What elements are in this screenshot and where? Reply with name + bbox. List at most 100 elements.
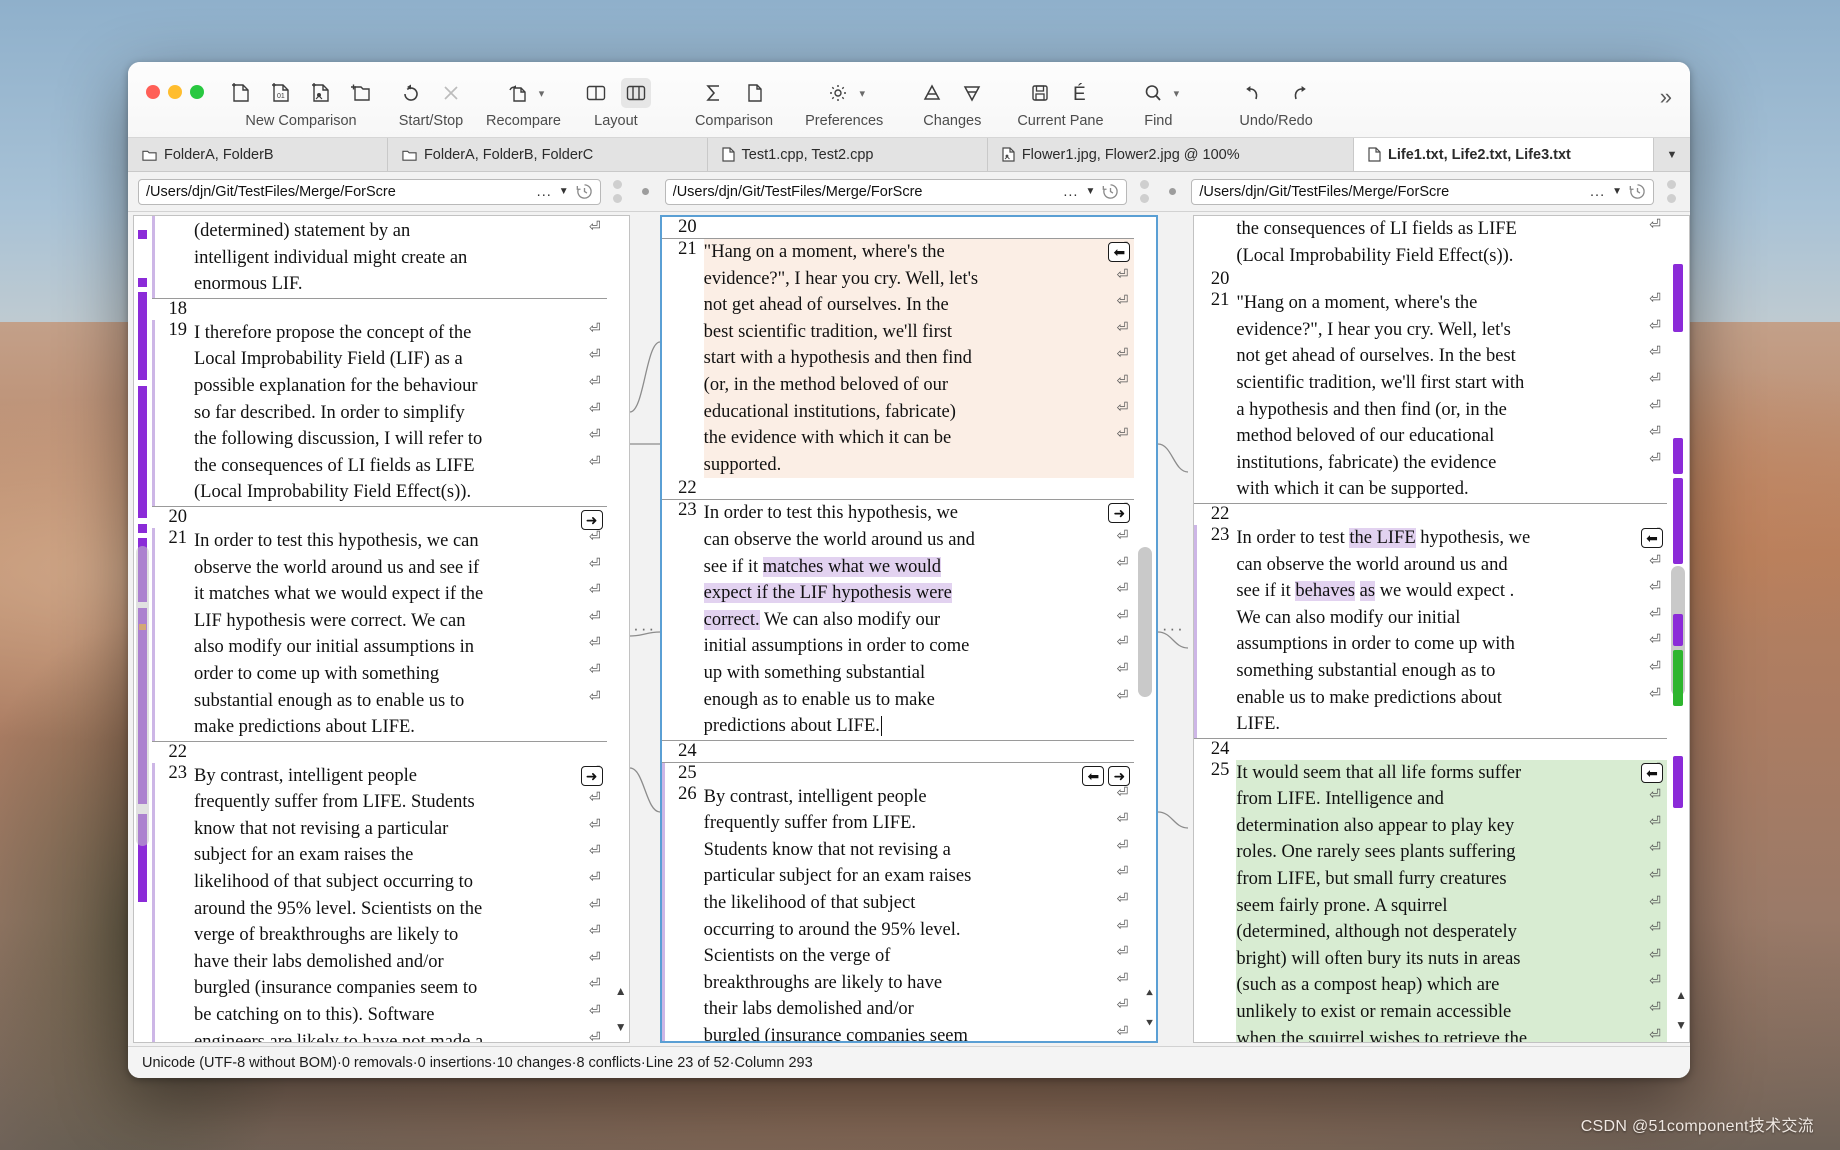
history-clock-icon[interactable] xyxy=(1102,183,1119,200)
report-icon[interactable] xyxy=(739,78,769,108)
line-text: not get ahead of ourselves. In the best xyxy=(1236,346,1516,367)
two-pane-layout-icon[interactable] xyxy=(581,78,611,108)
line-text: "Hang on a moment, where's the xyxy=(1236,293,1478,314)
previous-change-icon[interactable] xyxy=(917,78,947,108)
three-pane-layout-icon[interactable] xyxy=(620,78,651,108)
tab-overflow-caret[interactable]: ▼ xyxy=(1653,138,1690,171)
chevron-down-icon[interactable]: ▾ xyxy=(1174,87,1180,100)
pane-right[interactable]: the consequences of LI fields as LIFE ⏎ (… xyxy=(1193,215,1690,1043)
scroll-down-arrow-icon[interactable]: ▼ xyxy=(1675,1018,1687,1032)
line-number xyxy=(152,922,194,949)
inline-diff-highlight: as xyxy=(1359,581,1376,602)
minimap-change-marker[interactable] xyxy=(1673,478,1684,564)
line-number xyxy=(661,292,704,319)
line-text: Local Improbability Field (LIF) as a xyxy=(194,349,463,370)
minimize-button[interactable] xyxy=(168,85,182,99)
line-number xyxy=(1194,397,1236,424)
copy-right-button[interactable]: ➜ xyxy=(580,509,603,530)
scroll-up-arrow-icon[interactable]: ▲ xyxy=(615,984,627,998)
minimap-insertion-marker[interactable] xyxy=(1673,650,1684,706)
tab-foldera-folderb-folderc[interactable]: FolderA, FolderB, FolderC xyxy=(388,138,708,171)
gear-icon[interactable] xyxy=(823,78,853,108)
pane-left[interactable]: (determined) statement by an ⏎ intelligen… xyxy=(133,215,630,1043)
line-number xyxy=(662,713,704,740)
line-text: be catching on to this). Software xyxy=(194,1005,435,1026)
new-text-comparison-icon[interactable] xyxy=(226,78,256,108)
new-image-comparison-icon[interactable] xyxy=(306,78,336,108)
new-binary-comparison-icon[interactable]: 01 xyxy=(266,78,296,108)
zoom-button[interactable] xyxy=(190,85,204,99)
left-text-body[interactable]: (determined) statement by an ⏎ intelligen… xyxy=(152,216,607,1042)
line-number xyxy=(1194,605,1236,632)
pane-divider-handle-right[interactable] xyxy=(1131,180,1157,203)
copy-right-button[interactable]: ➜ xyxy=(1108,503,1131,524)
chevron-down-icon[interactable]: ▾ xyxy=(539,87,545,100)
pane-middle[interactable]: 20 21"Hang on a moment, where's the⏎⬅ ev… xyxy=(659,215,1159,1043)
copy-left-button[interactable]: ⬅ xyxy=(1108,242,1131,262)
chevron-double-right-icon[interactable]: » xyxy=(1660,84,1672,110)
tab-life1-life2-life3-txt[interactable]: Life1.txt, Life2.txt, Life3.txt xyxy=(1353,138,1654,171)
search-icon[interactable] xyxy=(1138,78,1168,108)
next-change-icon[interactable] xyxy=(957,78,987,108)
line-number xyxy=(1194,243,1236,270)
scroll-thumb[interactable] xyxy=(1138,547,1153,697)
line-text: It would seem that all life forms suffer xyxy=(1236,762,1522,783)
recompare-icon[interactable] xyxy=(503,78,533,108)
left-change-marker-column[interactable] xyxy=(134,216,152,1042)
minimap-change-marker[interactable] xyxy=(1673,438,1684,474)
line-text: know that not revising a particular xyxy=(194,818,449,839)
line-number: 20 xyxy=(168,506,188,527)
path-field-right[interactable]: /Users/djn/Git/TestFiles/Merge/ForScre .… xyxy=(1191,178,1655,205)
connector-ellipsis: ··· xyxy=(1161,619,1185,638)
undo-icon[interactable] xyxy=(1237,78,1267,108)
chevron-down-icon[interactable]: ▼ xyxy=(1612,186,1622,197)
copy-left-button[interactable]: ⬅ xyxy=(1641,762,1664,783)
history-clock-icon[interactable] xyxy=(1629,183,1646,200)
minimap-change-marker[interactable] xyxy=(1673,264,1684,332)
chevron-down-icon[interactable]: ▼ xyxy=(559,186,569,197)
line-number xyxy=(1194,812,1237,840)
redo-icon[interactable] xyxy=(1285,78,1315,108)
line-text: when the squirrel wishes to retrieve the xyxy=(1236,1028,1528,1043)
right-text-body[interactable]: the consequences of LI fields as LIFE ⏎ (… xyxy=(1194,216,1668,1043)
close-button[interactable] xyxy=(146,85,160,99)
scroll-bottom-arrow-icon[interactable]: ⯆ xyxy=(1145,1016,1155,1031)
copy-right-button[interactable]: ➜ xyxy=(580,765,603,786)
pane-scroll-handles-far-right[interactable] xyxy=(1658,180,1684,203)
inline-diff-highlight: expect if the LIF hypothesis were xyxy=(703,583,952,604)
sigma-icon[interactable] xyxy=(699,78,729,108)
copy-left-button[interactable]: ⬅ xyxy=(1641,527,1664,548)
path-ellipsis: ... xyxy=(536,183,552,200)
minimap-change-marker[interactable] xyxy=(1673,614,1684,646)
new-folder-comparison-icon[interactable] xyxy=(346,78,376,108)
copy-left-button[interactable]: ⬅ xyxy=(1082,765,1105,786)
path-field-middle[interactable]: /Users/djn/Git/TestFiles/Merge/ForScre .… xyxy=(664,178,1128,205)
toolbar-label: New Comparison xyxy=(245,113,357,129)
line-text: start with a hypothesis and then find xyxy=(703,348,972,369)
pane-divider-handle-left[interactable] xyxy=(605,180,631,203)
history-clock-icon[interactable] xyxy=(576,183,593,200)
middle-scrollbar[interactable]: ⯅ ⯆ xyxy=(1134,217,1157,1041)
copy-right-button[interactable]: ➜ xyxy=(1108,765,1131,786)
encoding-icon[interactable]: É xyxy=(1065,78,1095,108)
scroll-down-arrow-icon[interactable]: ▼ xyxy=(615,1020,627,1034)
left-vertical-nav[interactable]: ▲ ▼ xyxy=(606,216,629,1042)
tab-foldera-folderb[interactable]: FolderA, FolderB xyxy=(128,138,388,171)
line-number xyxy=(152,218,194,245)
save-icon[interactable] xyxy=(1025,78,1055,108)
tab-test1-test2-cpp[interactable]: Test1.cpp, Test2.cpp xyxy=(708,138,988,171)
right-change-minimap[interactable]: ▲ ▼ xyxy=(1667,216,1690,1042)
line-text: institutions, fabricate) the evidence xyxy=(1236,452,1497,473)
scroll-up-arrow-icon[interactable]: ▲ xyxy=(1675,988,1687,1002)
tab-flower1-flower2-jpg[interactable]: Flower1.jpg, Flower2.jpg @ 100% xyxy=(988,138,1354,171)
chevron-down-icon[interactable]: ▾ xyxy=(859,87,865,100)
middle-text-body[interactable]: 20 21"Hang on a moment, where's the⏎⬅ ev… xyxy=(661,217,1135,1041)
minimap-change-marker[interactable] xyxy=(1673,756,1684,808)
path-field-left[interactable]: /Users/djn/Git/TestFiles/Merge/ForScre .… xyxy=(138,178,601,205)
toolbar-label: Undo/Redo xyxy=(1239,113,1313,129)
restart-icon[interactable] xyxy=(396,78,426,108)
toolbar-label: Layout xyxy=(594,113,638,129)
chevron-down-icon[interactable]: ▼ xyxy=(1085,186,1095,197)
line-number xyxy=(1194,839,1237,867)
scroll-top-arrow-icon[interactable]: ⯅ xyxy=(1145,986,1155,1001)
